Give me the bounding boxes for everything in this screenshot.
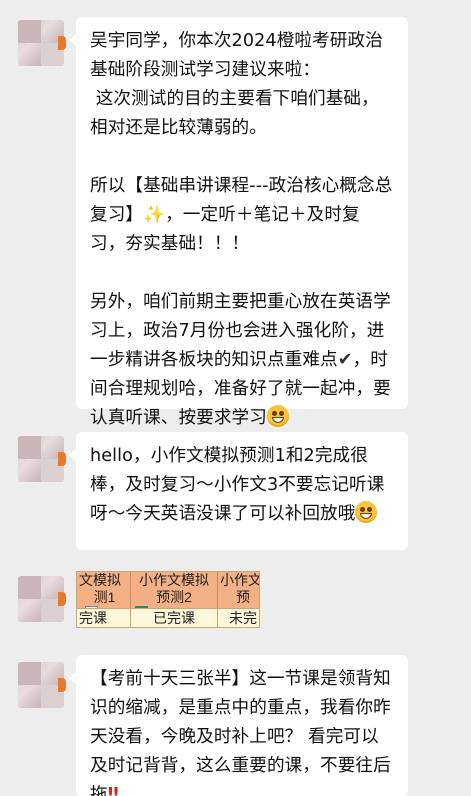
sheet-cell: 已完课: [131, 609, 218, 627]
sheet-header-text: 测1: [93, 589, 116, 605]
avatar-badge-icon: [58, 452, 66, 466]
spreadsheet-image[interactable]: 文模拟 测1 小作文模拟 预测2T 小作文 预 完课 已完课 未完: [76, 571, 260, 628]
sheet-header-cell: 小作文 预: [218, 572, 260, 608]
double-exclamation-emoji-icon: ‼: [107, 785, 119, 796]
message-bubble[interactable]: 【考前十天三张半】这一节课是领背知识的缩减，是重点中的重点，我看你昨天没看，今晚…: [69, 655, 408, 796]
sheet-header-line: 预: [236, 589, 250, 605]
check-mark-emoji-icon: ✔: [337, 350, 353, 370]
sheet-header-cell: 文模拟 测1: [77, 572, 131, 618]
sheet-header-line: 小作文: [220, 572, 260, 588]
grinning-face-emoji-icon: [355, 501, 378, 523]
sheet-header-line: 文模拟: [79, 572, 121, 588]
sheet-cell: 未完: [218, 609, 259, 627]
sheet-header-text: 预测2: [156, 589, 192, 605]
sparkles-emoji-icon: ✨: [143, 205, 166, 225]
message-paragraph: 吴宇同学，你本次2024橙啦考研政治基础阶段测试学习建议来啦： 这次测试的目的主…: [90, 31, 383, 138]
avatar-badge-icon: [58, 36, 66, 50]
sheet-header-cell: 小作文模拟 预测2T: [131, 572, 218, 622]
sheet-header-line: 小作文模拟: [139, 572, 209, 588]
message-text: 【考前十天三张半】这一节课是领背知识的缩减，是重点中的重点，我看你昨天没看，今晚…: [90, 669, 391, 796]
avatar-badge-icon: [58, 592, 66, 606]
sheet-cell: 完课: [77, 609, 131, 627]
message-text: hello，小作文模拟预测1和2完成很棒，及时复习～小作文3不要忘记听课呀～今天…: [90, 446, 385, 524]
message-bubble[interactable]: 吴宇同学，你本次2024橙啦考研政治基础阶段测试学习建议来啦： 这次测试的目的主…: [69, 17, 408, 428]
avatar-badge-icon: [58, 678, 66, 692]
grinning-face-emoji-icon: [266, 405, 289, 427]
message-paragraph: 另外，咱们前期主要把重心放在英语学习上，政治7月份也会进入强化阶，进一步精讲各板…: [90, 288, 394, 433]
message-bubble[interactable]: hello，小作文模拟预测1和2完成很棒，及时复习～小作文3不要忘记听课呀～今天…: [69, 432, 408, 550]
message-paragraph: 所以【基础串讲课程---政治核心概念总复习】✨，一定听＋笔记＋及时复习，夯实基础…: [90, 172, 394, 259]
